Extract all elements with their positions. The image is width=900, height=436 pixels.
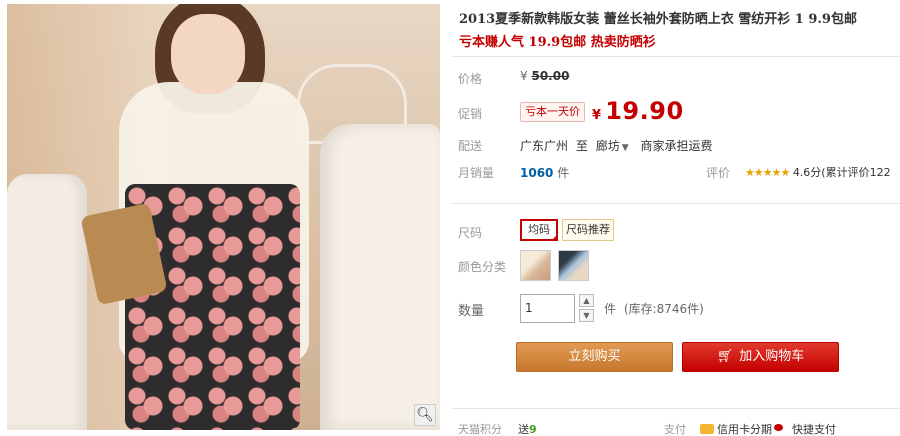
- price-label: 价格: [458, 72, 483, 86]
- points-value: 9: [529, 423, 537, 436]
- star-rating-icon: ★★★★★: [745, 166, 790, 179]
- increment-icon[interactable]: ▲: [579, 294, 594, 307]
- ship-destination-select[interactable]: 廊坊: [596, 139, 620, 153]
- quantity-unit: 件: [604, 302, 617, 316]
- add-to-cart-button[interactable]: 🛒︎ 加入购物车: [682, 342, 839, 372]
- quantity-label: 数量: [458, 304, 485, 319]
- sales-unit: 件: [557, 166, 570, 180]
- rating-label: 评价: [706, 166, 731, 180]
- shipping-info: 广东广州 至 廊坊 ▼ 商家承担运费: [520, 137, 712, 154]
- monthly-sales: 1060 件: [520, 164, 569, 181]
- background-chair-left: [7, 174, 87, 430]
- points-info: 送9: [518, 421, 537, 436]
- shipping-label: 配送: [458, 139, 483, 153]
- rating-summary[interactable]: ★★★★★ 4.6分(累计评价122: [745, 164, 891, 180]
- add-to-cart-label: 加入购物车: [739, 349, 805, 364]
- size-label: 尺码: [458, 226, 483, 240]
- decrement-icon[interactable]: ▼: [579, 309, 594, 322]
- divider: [452, 56, 900, 57]
- magnifier-icon[interactable]: 🔍︎: [414, 404, 436, 426]
- ship-from: 广东广州: [520, 139, 569, 153]
- promo-tag: 亏本一天价: [520, 102, 585, 122]
- monthly-sales-label: 月销量: [458, 166, 495, 180]
- cart-icon: 🛒︎: [716, 349, 734, 364]
- ship-note: 商家承担运费: [640, 139, 713, 153]
- color-label: 颜色分类: [458, 260, 507, 274]
- ship-to-word: 至: [575, 139, 588, 153]
- rating-text[interactable]: 4.6分(累计评价122: [793, 166, 891, 179]
- stock-info: 件 (库存:8746件): [604, 300, 704, 317]
- promo-label: 促销: [458, 107, 483, 121]
- mobile-icon: [774, 424, 783, 431]
- buy-now-button[interactable]: 立刻购买: [516, 342, 673, 372]
- color-swatch-photo[interactable]: [558, 250, 589, 281]
- quantity-input[interactable]: 1: [520, 294, 575, 323]
- size-recommend-button[interactable]: 尺码推荐: [562, 219, 614, 241]
- chevron-down-icon[interactable]: ▼: [622, 143, 629, 153]
- currency-symbol: ¥: [520, 69, 528, 83]
- original-price: ¥ 50.00: [520, 69, 569, 83]
- product-title: 2013夏季新款韩版女装 蕾丝长袖外套防晒上衣 雪纺开衫 1 9.9包邮: [459, 12, 857, 27]
- product-info-panel: 2013夏季新款韩版女装 蕾丝长袖外套防晒上衣 雪纺开衫 1 9.9包邮 亏本赚…: [452, 0, 900, 436]
- product-main-image[interactable]: 🔍︎: [7, 4, 440, 430]
- payment-label: 支付: [664, 423, 686, 436]
- current-price: ¥ 19.90: [592, 97, 684, 125]
- model-face: [171, 14, 245, 94]
- points-prefix: 送: [518, 423, 529, 436]
- size-option-one-size[interactable]: 均码: [520, 219, 558, 241]
- color-swatch-white[interactable]: [520, 250, 551, 281]
- credit-card-icon: [700, 424, 714, 434]
- currency-symbol: ¥: [592, 108, 602, 123]
- divider: [452, 203, 900, 204]
- product-subtitle: 亏本赚人气 19.9包邮 热卖防晒衫: [459, 35, 656, 50]
- quick-pay-link[interactable]: 快捷支付: [792, 421, 836, 436]
- divider: [452, 408, 900, 409]
- credit-installment-text: 信用卡分期: [717, 423, 772, 436]
- stock-count: (库存:8746件): [623, 302, 704, 316]
- points-label: 天猫积分: [458, 423, 502, 436]
- original-price-value: 50.00: [531, 69, 570, 83]
- sales-count: 1060: [520, 166, 554, 180]
- background-chair-right: [320, 124, 440, 430]
- credit-installment-link[interactable]: 信用卡分期: [700, 421, 783, 436]
- current-price-value: 19.90: [605, 97, 684, 125]
